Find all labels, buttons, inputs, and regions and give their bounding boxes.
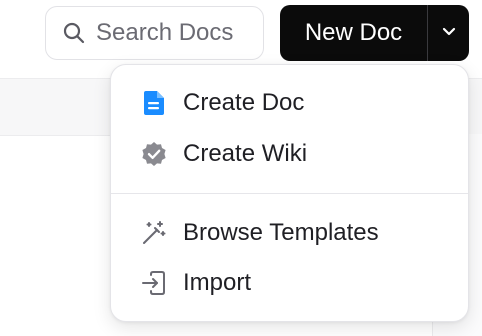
magic-wand-icon bbox=[141, 220, 167, 246]
menu-item-label: Create Doc bbox=[183, 89, 305, 116]
menu-item-browse-templates[interactable]: Browse Templates bbox=[111, 208, 468, 258]
new-doc-button[interactable]: New Doc bbox=[280, 5, 427, 61]
chevron-down-icon bbox=[440, 22, 458, 45]
menu-item-label: Import bbox=[183, 269, 252, 296]
menu-item-create-doc[interactable]: Create Doc bbox=[111, 78, 468, 128]
menu-item-label: Browse Templates bbox=[183, 219, 379, 246]
verified-badge-icon bbox=[141, 141, 167, 167]
new-doc-options-button[interactable] bbox=[428, 5, 469, 61]
import-icon bbox=[141, 270, 167, 296]
menu-item-label: Create Wiki bbox=[183, 140, 308, 167]
menu-divider bbox=[111, 193, 468, 194]
search-icon bbox=[62, 21, 86, 45]
doc-icon bbox=[141, 90, 167, 116]
search-docs-label: Search Docs bbox=[96, 19, 234, 46]
menu-item-create-wiki[interactable]: Create Wiki bbox=[111, 129, 468, 179]
search-docs-button[interactable]: Search Docs bbox=[45, 6, 264, 60]
new-doc-split-button: New Doc bbox=[280, 5, 469, 61]
menu-item-import[interactable]: Import bbox=[111, 258, 468, 308]
new-doc-dropdown-menu: Create Doc Create Wiki Browse Templates … bbox=[110, 64, 469, 322]
